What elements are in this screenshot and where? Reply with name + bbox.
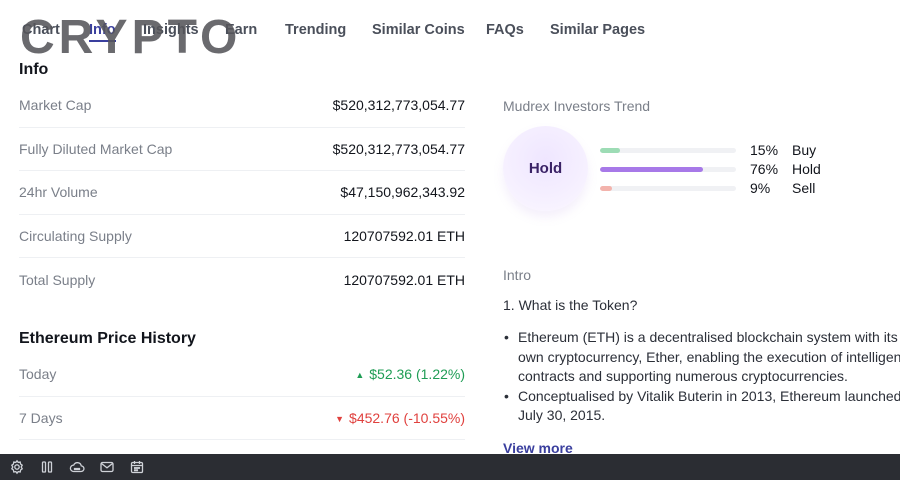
info-section-title: Info: [19, 61, 49, 78]
mail-icon[interactable]: [98, 458, 116, 476]
settings-icon[interactable]: [8, 458, 26, 476]
trend-percent: 76%: [750, 161, 779, 177]
info-row-circulating-supply: Circulating Supply 120707592.01 ETH: [19, 215, 465, 258]
info-row-value: 120707592.01 ETH: [343, 227, 465, 244]
trend-label: Hold: [792, 161, 821, 177]
calendar-icon[interactable]: [128, 458, 146, 476]
info-row-value: $47,150,962,343.92: [340, 184, 465, 201]
trend-bar-track: [600, 185, 736, 191]
trend-bar-fill: [600, 147, 621, 153]
price-row-7-days: 7 Days ▼ $452.76 (-10.55%): [19, 397, 465, 440]
trend-label: Buy: [792, 142, 817, 158]
tab-chart[interactable]: Chart: [22, 22, 60, 38]
info-row-volume: 24hr Volume $47,150,962,343.92: [19, 171, 465, 215]
trend-bar-track: [600, 147, 736, 153]
trend-bar-fill: [600, 185, 613, 191]
price-change-text: $452.76 (-10.55%): [349, 409, 465, 426]
arrow-up-icon: ▲: [355, 370, 365, 381]
price-change-text: $52.36 (1.22%): [369, 366, 465, 383]
cloud-icon[interactable]: [68, 458, 86, 476]
info-row-value: $520,312,773,054.77: [332, 97, 465, 114]
trend-percent: 9%: [750, 180, 771, 196]
trend-label: Sell: [792, 180, 816, 196]
tab-trending[interactable]: Trending: [285, 22, 346, 38]
price-row-label: 7 Days: [19, 409, 63, 426]
price-row-value: ▼ $452.76 (-10.55%): [335, 410, 465, 426]
tab-similar-pages[interactable]: Similar Pages: [550, 22, 645, 38]
taskbar: [0, 454, 900, 480]
tab-similar-coins[interactable]: Similar Coins: [372, 22, 465, 38]
info-row-market-cap: Market Cap $520,312,773,054.77: [19, 84, 465, 128]
arrow-down-icon: ▼: [335, 413, 345, 424]
info-row-fdv: Fully Diluted Market Cap $520,312,773,05…: [19, 128, 465, 171]
price-history-title: Ethereum Price History: [19, 330, 196, 347]
tab-earn[interactable]: Earn: [225, 22, 257, 38]
info-row-value: $520,312,773,054.77: [332, 140, 465, 157]
trend-percent: 15%: [750, 142, 779, 158]
trend-bar-fill: [600, 166, 704, 172]
intro-question: 1. What is the Token?: [503, 297, 638, 313]
tab-insights[interactable]: Insights: [143, 22, 199, 38]
info-row-label: Total Supply: [19, 271, 96, 288]
price-row-today: Today ▲ $52.36 (1.22%): [19, 353, 465, 397]
info-row-label: Circulating Supply: [19, 227, 132, 244]
info-row-label: 24hr Volume: [19, 184, 98, 201]
trend-row-buy: 15% Buy: [600, 141, 860, 159]
info-row-total-supply: Total Supply 120707592.01 ETH: [19, 258, 465, 302]
price-row-label: Today: [19, 366, 57, 383]
investors-trend-title: Mudrex Investors Trend: [503, 98, 651, 114]
trend-bar-track: [600, 166, 736, 172]
trend-row-hold: 76% Hold: [600, 160, 860, 178]
intro-title: Intro: [503, 267, 532, 283]
intro-bullet: Ethereum (ETH) is a decentralised blockc…: [503, 328, 900, 387]
intro-bullet-list: Ethereum (ETH) is a decentralised blockc…: [503, 328, 900, 426]
info-row-value: 120707592.01 ETH: [343, 271, 465, 288]
trend-row-sell: 9% Sell: [600, 179, 860, 197]
info-row-label: Fully Diluted Market Cap: [19, 140, 173, 157]
tab-faqs[interactable]: FAQs: [486, 22, 524, 38]
intro-bullet: Conceptualised by Vitalik Buterin in 201…: [503, 387, 900, 426]
pause-icon[interactable]: [38, 458, 56, 476]
verdict-badge: Hold: [503, 126, 588, 211]
price-row-value: ▲ $52.36 (1.22%): [355, 366, 465, 382]
tab-info[interactable]: Info: [89, 22, 116, 42]
info-row-label: Market Cap: [19, 97, 92, 114]
